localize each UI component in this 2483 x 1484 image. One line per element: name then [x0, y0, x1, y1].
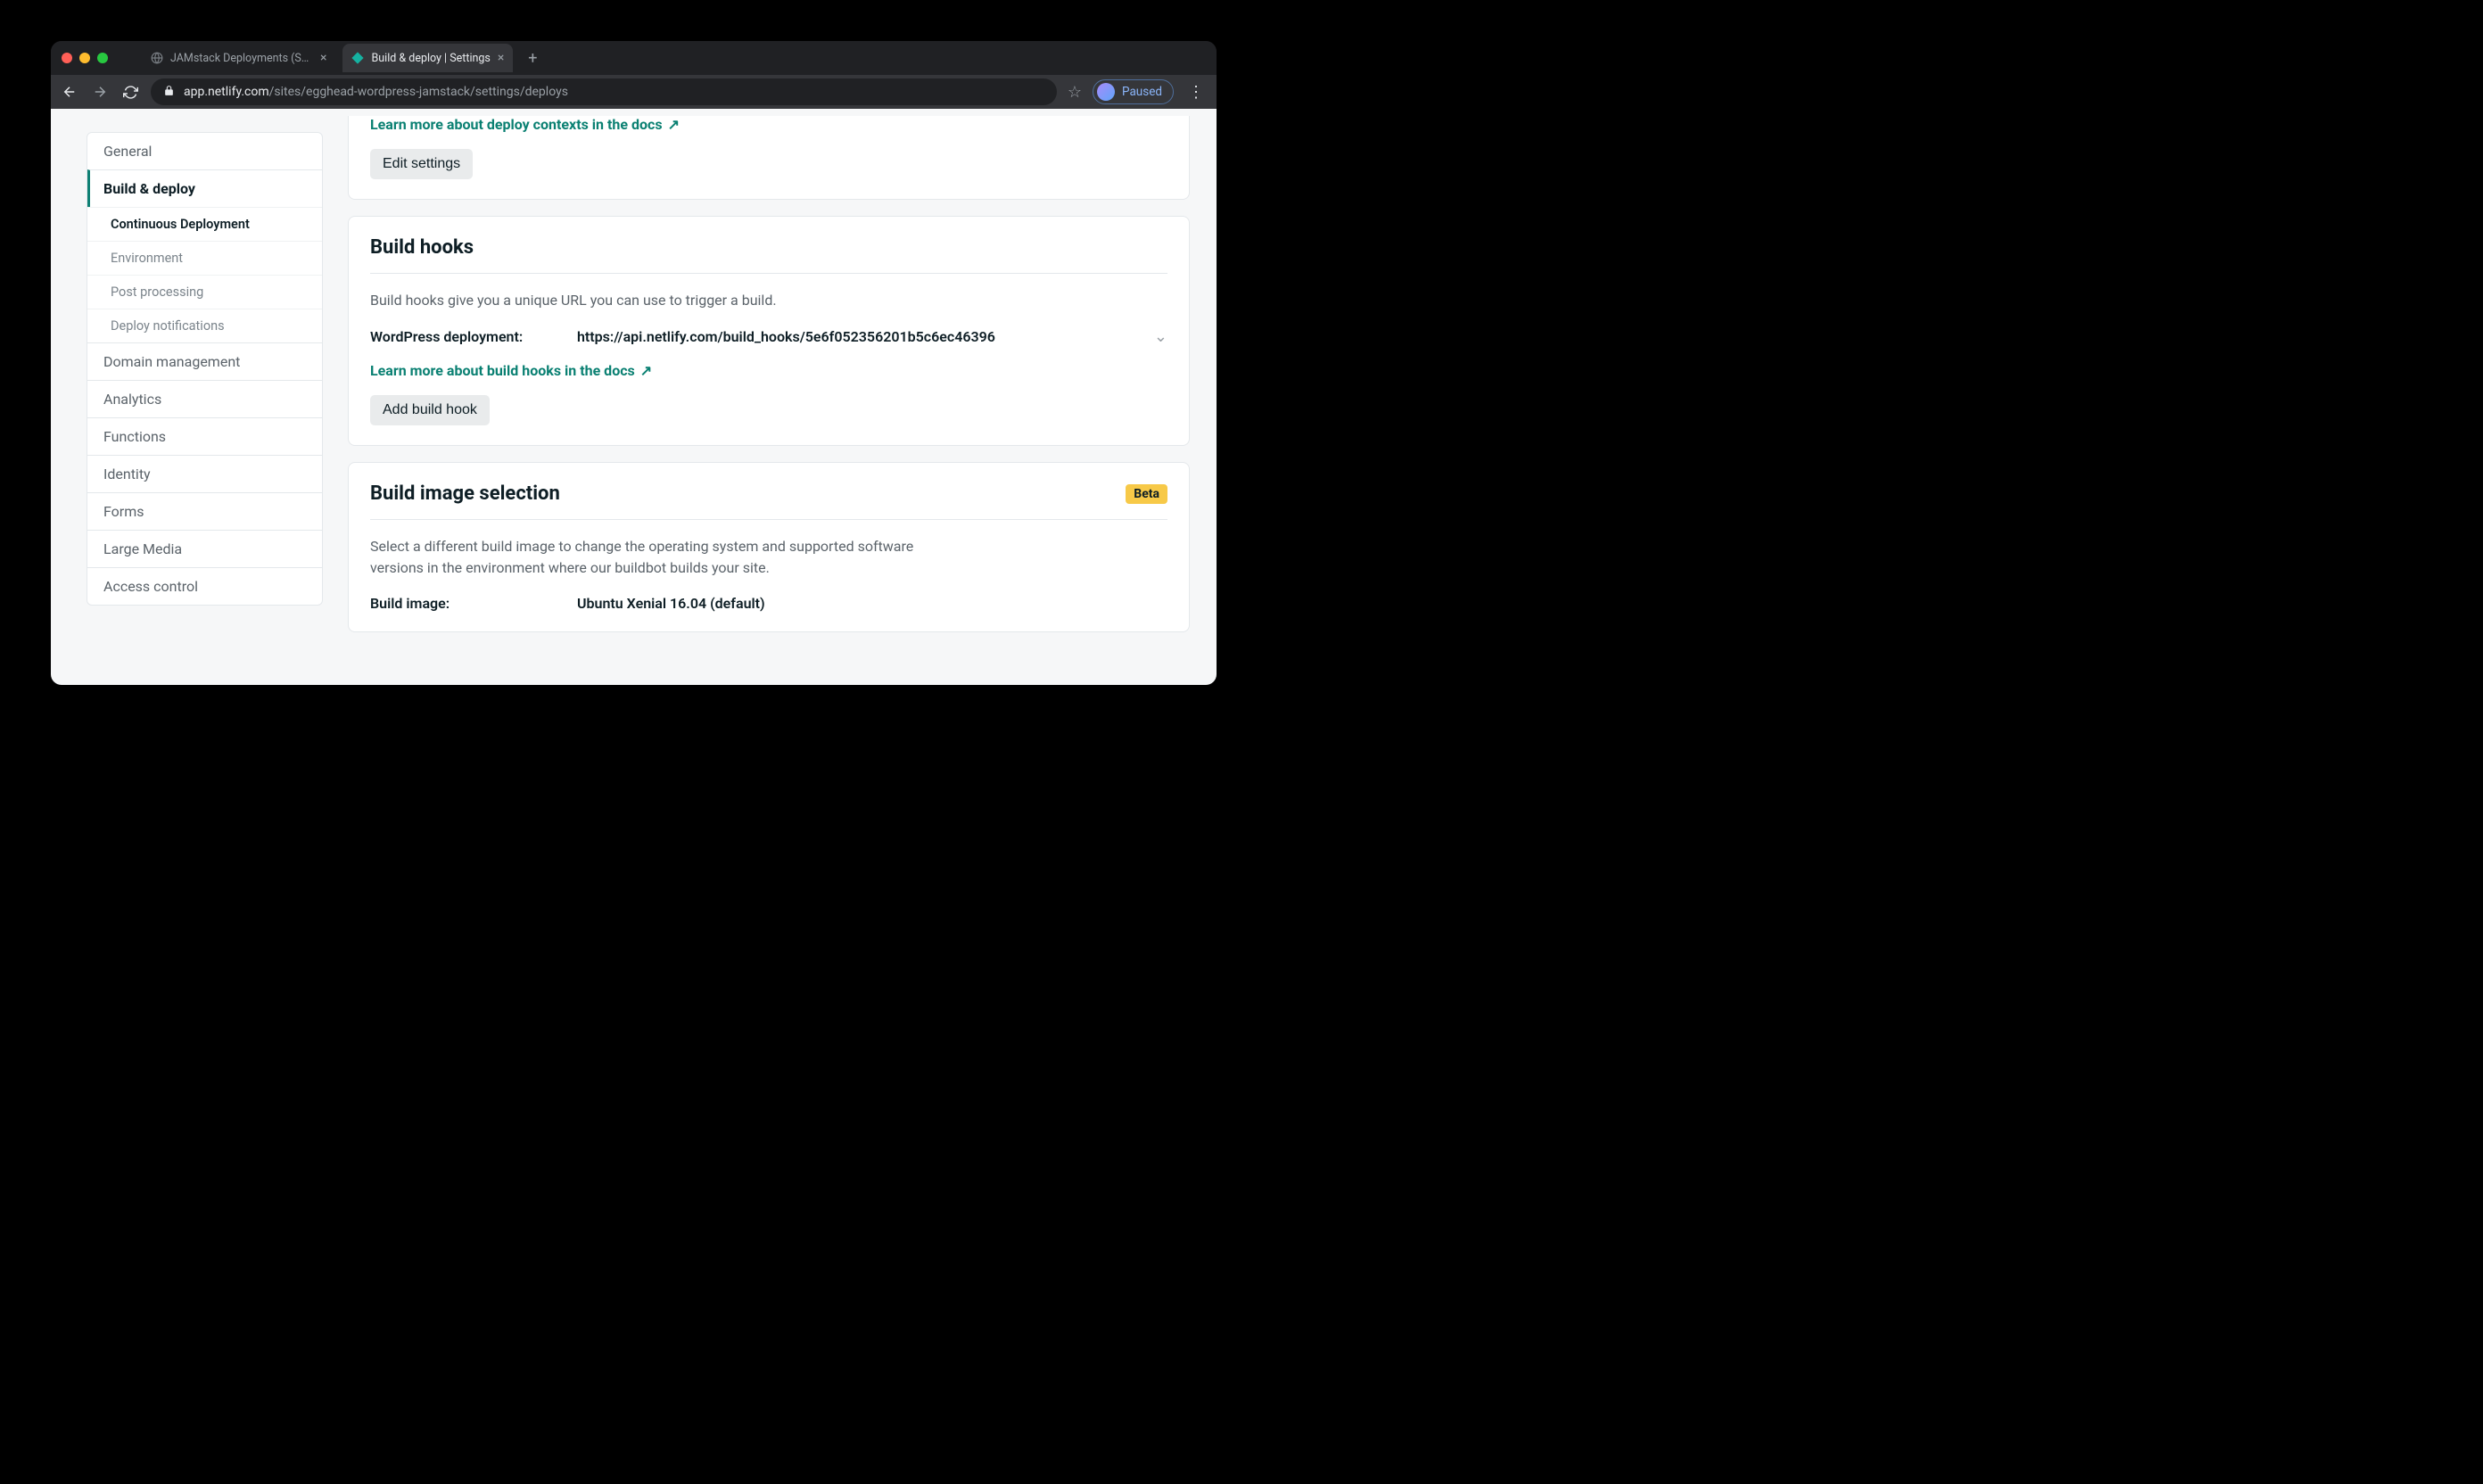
- build-image-title: Build image selection Beta: [370, 482, 1167, 520]
- build-image-description: Select a different build image to change…: [370, 536, 941, 579]
- forward-button[interactable]: [90, 82, 110, 102]
- chevron-down-icon[interactable]: ⌄: [1154, 327, 1167, 346]
- settings-sidebar: General Build & deploy Continuous Deploy…: [87, 132, 323, 685]
- build-image-row: Build image: Ubuntu Xenial 16.04 (defaul…: [370, 595, 1167, 612]
- tab-active[interactable]: Build & deploy | Settings ×: [342, 44, 513, 72]
- external-link-icon: ↗: [640, 362, 652, 379]
- build-hook-url: https://api.netlify.com/build_hooks/5e6f…: [577, 328, 1154, 345]
- sidebar-item-label: Forms: [103, 503, 144, 520]
- tab-title: JAMstack Deployments (Settin: [170, 52, 313, 65]
- new-tab-button[interactable]: +: [520, 45, 545, 70]
- sidebar-sub-label: Continuous Deployment: [111, 217, 250, 232]
- sidebar-sub-label: Environment: [111, 251, 183, 266]
- maximize-window-button[interactable]: [97, 53, 108, 63]
- sidebar-item-label: Functions: [103, 428, 166, 445]
- sidebar-item-label: Analytics: [103, 391, 161, 408]
- edit-settings-button[interactable]: Edit settings: [370, 149, 473, 179]
- globe-icon: [151, 52, 163, 64]
- close-icon[interactable]: ×: [498, 51, 504, 65]
- link-text: Learn more about build hooks in the docs: [370, 362, 635, 379]
- sidebar-item-label: Build & deploy: [103, 180, 195, 197]
- sidebar-item-general[interactable]: General: [87, 133, 322, 169]
- sidebar-item-build-deploy[interactable]: Build & deploy: [87, 169, 322, 207]
- page-content: General Build & deploy Continuous Deploy…: [51, 109, 1217, 685]
- close-icon[interactable]: ×: [320, 51, 326, 65]
- netlify-icon: [351, 52, 364, 64]
- build-image-card: Build image selection Beta Select a diff…: [348, 462, 1190, 632]
- sidebar-sub-continuous-deployment[interactable]: Continuous Deployment: [87, 207, 322, 241]
- external-link-icon: ↗: [668, 116, 680, 133]
- deploy-contexts-card: Learn more about deploy contexts in the …: [348, 116, 1190, 200]
- build-hook-row: WordPress deployment: https://api.netlif…: [370, 327, 1167, 346]
- profile-state: Paused: [1122, 85, 1162, 99]
- content-wrap: General Build & deploy Continuous Deploy…: [51, 109, 1217, 685]
- address-bar: app.netlify.com/sites/egghead-wordpress-…: [51, 75, 1217, 109]
- link-text: Learn more about deploy contexts in the …: [370, 116, 663, 133]
- sidebar-sub-label: Deploy notifications: [111, 318, 225, 334]
- sidebar-item-label: Access control: [103, 578, 198, 595]
- tab-title: Build & deploy | Settings: [371, 52, 490, 65]
- add-build-hook-button[interactable]: Add build hook: [370, 395, 490, 425]
- sidebar-card: General Build & deploy Continuous Deploy…: [87, 132, 323, 606]
- sidebar-sub-deploy-notifications[interactable]: Deploy notifications: [87, 309, 322, 342]
- sidebar-item-label: Large Media: [103, 540, 182, 557]
- sidebar-sub-label: Post processing: [111, 284, 203, 300]
- sidebar-item-domain-management[interactable]: Domain management: [87, 342, 322, 380]
- sidebar-sub-post-processing[interactable]: Post processing: [87, 275, 322, 309]
- build-image-key: Build image:: [370, 595, 577, 612]
- build-hooks-description: Build hooks give you a unique URL you ca…: [370, 290, 941, 311]
- sidebar-item-label: Domain management: [103, 353, 240, 370]
- tab-inactive[interactable]: JAMstack Deployments (Settin ×: [142, 44, 335, 72]
- reload-button[interactable]: [120, 82, 140, 102]
- sidebar-item-identity[interactable]: Identity: [87, 455, 322, 492]
- sidebar-item-access-control[interactable]: Access control: [87, 567, 322, 605]
- bookmark-button[interactable]: ☆: [1068, 83, 1082, 102]
- card-title-text: Build hooks: [370, 236, 474, 259]
- build-hooks-docs-link[interactable]: Learn more about build hooks in the docs…: [370, 362, 652, 379]
- sidebar-sub-environment[interactable]: Environment: [87, 241, 322, 275]
- sidebar-item-label: Identity: [103, 466, 151, 482]
- minimize-window-button[interactable]: [79, 53, 90, 63]
- deploy-contexts-docs-link[interactable]: Learn more about deploy contexts in the …: [370, 116, 680, 133]
- build-image-value: Ubuntu Xenial 16.04 (default): [577, 595, 1167, 612]
- url-text: app.netlify.com/sites/egghead-wordpress-…: [184, 85, 568, 99]
- avatar-icon: [1097, 83, 1115, 101]
- browser-menu-button[interactable]: ⋮: [1184, 83, 1208, 102]
- lock-icon: [163, 85, 175, 100]
- build-hook-name: WordPress deployment:: [370, 328, 577, 345]
- sidebar-item-large-media[interactable]: Large Media: [87, 530, 322, 567]
- window-controls: [62, 53, 135, 63]
- sidebar-item-forms[interactable]: Forms: [87, 492, 322, 530]
- browser-window: JAMstack Deployments (Settin × Build & d…: [51, 41, 1217, 685]
- tab-strip: JAMstack Deployments (Settin × Build & d…: [51, 41, 1217, 75]
- url-input[interactable]: app.netlify.com/sites/egghead-wordpress-…: [151, 78, 1057, 105]
- build-hooks-title: Build hooks: [370, 236, 1167, 274]
- profile-button[interactable]: Paused: [1093, 79, 1174, 104]
- build-hooks-card: Build hooks Build hooks give you a uniqu…: [348, 216, 1190, 446]
- close-window-button[interactable]: [62, 53, 72, 63]
- main-column: Learn more about deploy contexts in the …: [348, 109, 1190, 685]
- sidebar-item-analytics[interactable]: Analytics: [87, 380, 322, 417]
- card-title-text: Build image selection: [370, 482, 560, 505]
- back-button[interactable]: [60, 82, 79, 102]
- sidebar-item-functions[interactable]: Functions: [87, 417, 322, 455]
- beta-badge: Beta: [1126, 484, 1167, 504]
- sidebar-item-label: General: [103, 143, 152, 160]
